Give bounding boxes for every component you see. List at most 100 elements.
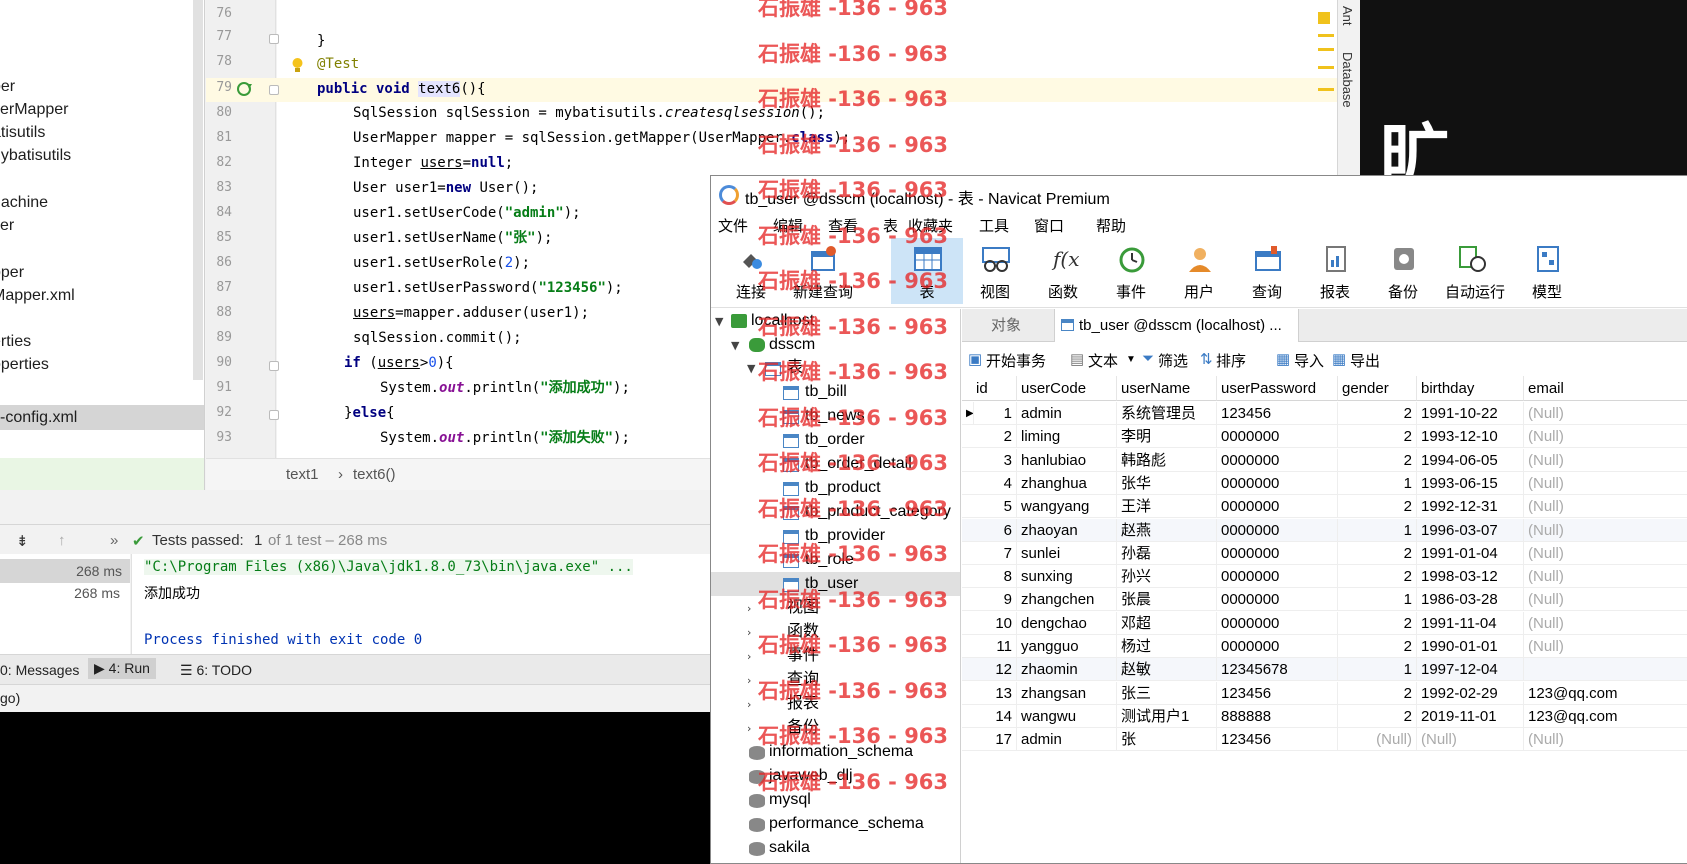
tree-database[interactable]: information_schema (769, 740, 913, 764)
tree-group-queries[interactable]: 查询 (787, 668, 819, 692)
tab-table-data[interactable]: tb_user @dsscm (localhost) ... (1054, 309, 1299, 342)
tree-database[interactable]: javaweb_dlj (769, 764, 853, 788)
table-cell-userName[interactable]: 赵燕 (1117, 518, 1217, 542)
table-cell-birthday[interactable]: (Null) (1417, 728, 1524, 752)
project-item[interactable]: atisutils (0, 120, 45, 145)
project-item[interactable]: nybatisutils (0, 143, 71, 168)
table-cell-id[interactable]: 17 (962, 728, 1017, 752)
error-stripe-mark[interactable] (1318, 66, 1334, 69)
table-cell-userCode[interactable]: zhaoyan (1017, 518, 1117, 542)
tree-group-views[interactable]: 视图 (787, 596, 819, 620)
table-cell-email[interactable]: (Null) (1524, 519, 1687, 542)
column-header-birthday[interactable]: birthday (1417, 376, 1524, 401)
table-cell-gender[interactable]: 2 (1338, 611, 1417, 635)
table-cell-userPassword[interactable]: 0000000 (1217, 635, 1338, 658)
table-cell-id[interactable]: 13 (962, 681, 1017, 705)
tree-table[interactable]: tb_order (805, 428, 865, 452)
project-item[interactable]: nachine (0, 190, 48, 215)
table-cell-gender[interactable]: 2 (1338, 402, 1417, 425)
table-cell-userPassword[interactable]: 0000000 (1217, 471, 1338, 495)
table-cell-userName[interactable]: 王洋 (1117, 495, 1217, 519)
tab-objects[interactable]: 对象 (962, 309, 1050, 342)
chevron-down-icon[interactable]: ▼ (747, 362, 755, 375)
table-cell-gender[interactable]: 2 (1338, 635, 1417, 658)
table-cell-id[interactable]: 10 (962, 611, 1017, 635)
table-cell-userPassword[interactable]: 0000000 (1217, 588, 1338, 612)
menu-help[interactable]: 帮助 (1096, 215, 1126, 236)
table-cell-id[interactable]: 5 (962, 495, 1017, 519)
test-duration[interactable]: 268 ms (0, 585, 120, 601)
dropdown-arrow-icon[interactable]: ▼ (1126, 354, 1136, 365)
table-cell-gender[interactable]: 2 (1338, 565, 1417, 589)
up-arrow-icon[interactable]: ↑ (58, 532, 66, 549)
todo-tab[interactable]: ☰ 6: TODO (180, 662, 252, 679)
chevron-right-icon[interactable]: › (747, 674, 751, 687)
table-cell-birthday[interactable]: 1991-10-22 (1417, 402, 1524, 425)
run-test-icon[interactable] (237, 81, 253, 97)
table-cell-birthday[interactable]: 1994-06-05 (1417, 448, 1524, 472)
table-cell-userCode[interactable]: wangwu (1017, 704, 1117, 728)
table-cell-email[interactable]: (Null) (1524, 588, 1687, 611)
column-header-email[interactable]: email (1524, 376, 1687, 401)
chevron-right-icon[interactable]: › (747, 650, 751, 663)
table-cell-gender[interactable]: 2 (1338, 495, 1417, 519)
table-cell-userCode[interactable]: wangyang (1017, 495, 1117, 519)
ant-tab[interactable]: Ant (1340, 6, 1355, 26)
column-header-userCode[interactable]: userCode (1017, 376, 1117, 401)
table-cell-userCode[interactable]: yangguo (1017, 635, 1117, 658)
automation-button[interactable]: 自动运行 (1435, 238, 1515, 304)
user-button[interactable]: 用户 (1163, 238, 1235, 304)
import-button[interactable]: 导入 (1294, 350, 1324, 371)
table-cell-id[interactable]: 4 (962, 471, 1017, 495)
table-cell-gender[interactable]: 1 (1338, 518, 1417, 542)
table-cell-userName[interactable]: 张 (1117, 728, 1217, 752)
table-cell-email[interactable]: (Null) (1524, 728, 1687, 751)
chevron-right-icon[interactable]: › (747, 602, 751, 615)
column-header-id[interactable]: id (962, 376, 1017, 401)
tree-database[interactable]: sakila (769, 836, 810, 860)
table-cell-gender[interactable]: 2 (1338, 704, 1417, 728)
warning-marker-icon[interactable] (1318, 12, 1330, 24)
table-cell-userName[interactable]: 李明 (1117, 425, 1217, 449)
table-cell-userCode[interactable]: dengchao (1017, 611, 1117, 635)
model-button[interactable]: 模型 (1511, 238, 1583, 304)
test-duration[interactable]: 268 ms (0, 559, 130, 583)
run-console[interactable]: "C:\Program Files (x86)\Java\jdk1.8.0_73… (131, 554, 711, 654)
table-cell-birthday[interactable]: 1991-01-04 (1417, 541, 1524, 565)
fold-marker-icon[interactable] (269, 34, 279, 44)
export-button[interactable]: 导出 (1350, 350, 1380, 371)
view-button[interactable]: 视图 (959, 238, 1031, 304)
table-cell-gender[interactable]: (Null) (1338, 728, 1417, 752)
table-cell-id[interactable]: 12 (962, 658, 1017, 682)
begin-transaction-button[interactable]: 开始事务 (986, 350, 1046, 371)
table-cell-gender[interactable]: 2 (1338, 448, 1417, 472)
tree-table[interactable]: tb_order_detail (805, 452, 912, 476)
table-cell-userPassword[interactable]: 0000000 (1217, 565, 1338, 589)
tree-group-events[interactable]: 事件 (787, 644, 819, 668)
table-cell-userCode[interactable]: hanlubiao (1017, 448, 1117, 472)
table-cell-userCode[interactable]: admin (1017, 402, 1117, 425)
table-cell-id[interactable]: 2 (962, 425, 1017, 449)
table-cell-birthday[interactable]: 1998-03-12 (1417, 565, 1524, 589)
table-cell-email[interactable]: (Null) (1524, 495, 1687, 518)
backup-button[interactable]: 备份 (1367, 238, 1439, 304)
table-cell-birthday[interactable]: 2019-11-01 (1417, 704, 1524, 728)
chevron-right-icon[interactable]: › (747, 698, 751, 711)
project-item[interactable]: per (0, 74, 15, 99)
tree-connection[interactable]: localhost (751, 309, 814, 333)
menu-tools[interactable]: 工具 (979, 215, 1009, 236)
table-cell-gender[interactable]: 1 (1338, 658, 1417, 682)
tree-table[interactable]: tb_provider (805, 524, 885, 548)
fold-marker-icon[interactable] (269, 410, 279, 420)
fold-marker-icon[interactable] (269, 361, 279, 371)
table-cell-email[interactable]: 123@qq.com (1524, 705, 1687, 728)
table-cell-birthday[interactable]: 1996-03-07 (1417, 518, 1524, 542)
collapse-icon[interactable]: ⇟ (16, 532, 29, 550)
tree-table[interactable]: tb_product (805, 476, 881, 500)
table-cell-userPassword[interactable]: 123456 (1217, 681, 1338, 705)
project-item[interactable]: Mapper.xml (0, 283, 75, 308)
tree-table[interactable]: tb_bill (805, 380, 847, 404)
table-cell-userCode[interactable]: zhanghua (1017, 471, 1117, 495)
table-cell-userCode[interactable]: liming (1017, 425, 1117, 449)
table-cell-userPassword[interactable]: 0000000 (1217, 611, 1338, 635)
